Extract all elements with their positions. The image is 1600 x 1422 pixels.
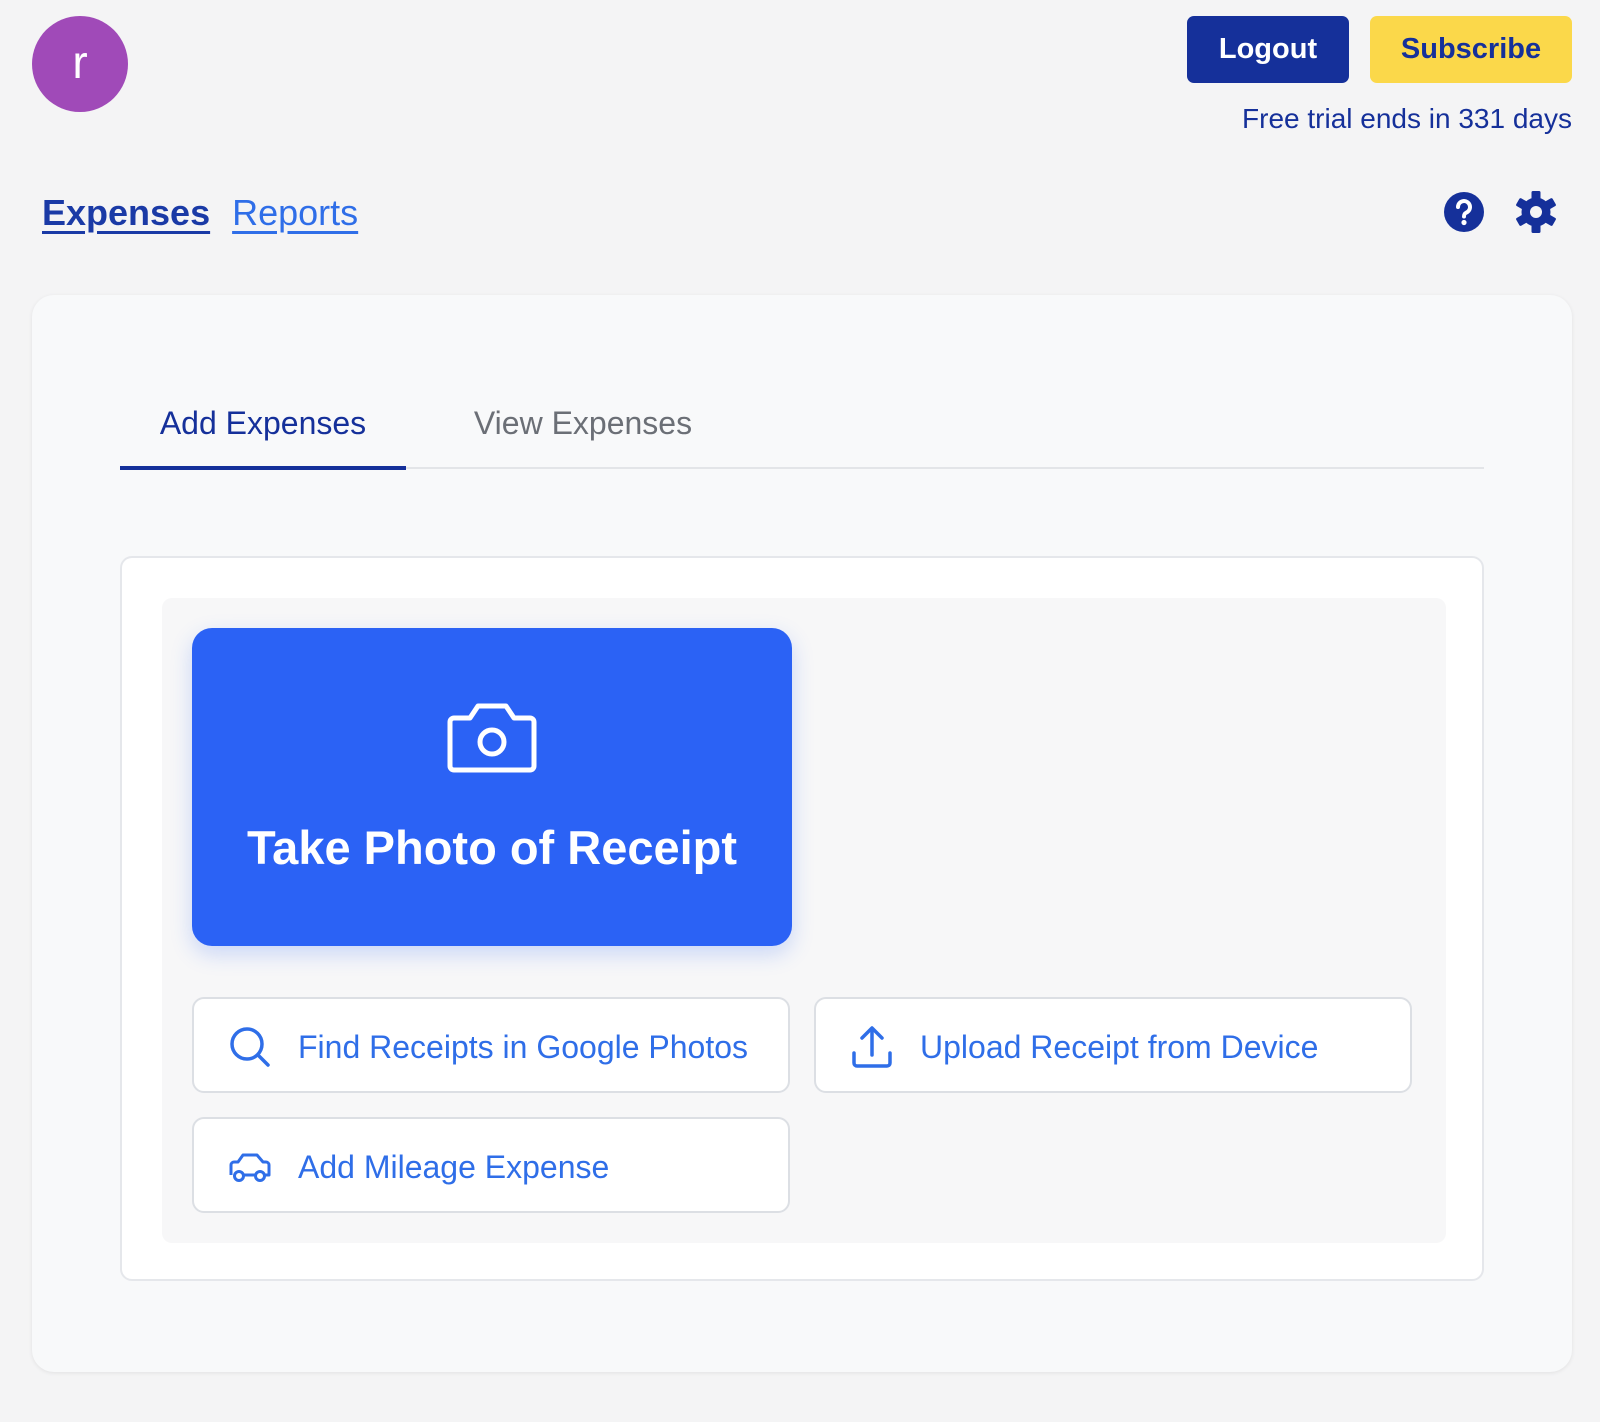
tab-view-expenses[interactable]: View Expenses [446,385,720,469]
avatar-initial: r [72,36,88,88]
add-expenses-options: Take Photo of Receipt Find Receipts in G… [162,598,1446,1243]
tab-add-expenses[interactable]: Add Expenses [120,385,406,470]
find-google-photos-button[interactable]: Find Receipts in Google Photos [192,997,790,1093]
help-icon[interactable] [1443,191,1485,233]
nav-link-reports[interactable]: Reports [232,192,358,234]
subscribe-button[interactable]: Subscribe [1370,16,1572,83]
upload-receipt-button[interactable]: Upload Receipt from Device [814,997,1412,1093]
upload-icon [852,1026,892,1068]
add-expenses-panel: Take Photo of Receipt Find Receipts in G… [120,556,1484,1281]
take-photo-button[interactable]: Take Photo of Receipt [192,628,792,946]
tab-bar: Add Expenses View Expenses [120,385,1484,470]
upload-receipt-label: Upload Receipt from Device [920,1029,1319,1065]
camera-icon [447,703,537,773]
find-google-photos-label: Find Receipts in Google Photos [298,1029,749,1065]
main-nav: Expenses Reports [42,192,358,234]
take-photo-label: Take Photo of Receipt [246,821,738,874]
gear-icon[interactable] [1514,190,1558,234]
logout-button[interactable]: Logout [1187,16,1349,83]
add-mileage-button[interactable]: Add Mileage Expense [192,1117,790,1213]
main-card: Add Expenses View Expenses Take Photo of… [32,295,1572,1372]
nav-link-expenses[interactable]: Expenses [42,192,210,234]
trial-status-text: Free trial ends in 331 days [1242,103,1572,134]
car-icon [229,1153,271,1182]
avatar[interactable]: r [32,16,128,112]
search-icon [230,1027,270,1067]
add-mileage-label: Add Mileage Expense [298,1149,610,1185]
